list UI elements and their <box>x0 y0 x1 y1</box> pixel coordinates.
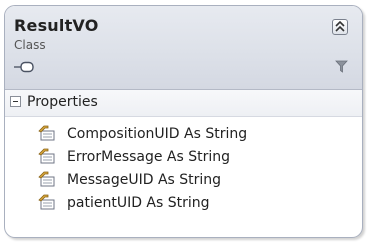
property-item[interactable]: ErrorMessage As String <box>5 146 362 169</box>
property-label: patientUID As String <box>67 195 210 211</box>
property-label: MessageUID As String <box>67 172 222 188</box>
class-stereotype: Class <box>14 38 46 52</box>
property-item[interactable]: patientUID As String <box>5 192 362 215</box>
property-icon <box>38 148 55 164</box>
class-title: ResultVO <box>14 16 99 35</box>
collapse-shape-button[interactable] <box>332 19 348 35</box>
class-header: ResultVO Class <box>5 6 362 90</box>
class-shape[interactable]: ResultVO Class Properties CompositionUID… <box>4 5 363 238</box>
double-chevron-up-icon <box>335 21 345 32</box>
property-icon <box>38 194 55 210</box>
property-icon <box>38 125 55 141</box>
properties-compartment-header[interactable]: Properties <box>5 90 362 117</box>
property-list: CompositionUID As String ErrorMessage As… <box>5 123 362 215</box>
lollipop-interface-icon <box>14 61 34 73</box>
compartment-label: Properties <box>27 94 98 110</box>
property-item[interactable]: CompositionUID As String <box>5 123 362 146</box>
collapse-compartment-toggle[interactable] <box>10 96 21 107</box>
property-item[interactable]: MessageUID As String <box>5 169 362 192</box>
property-label: CompositionUID As String <box>67 126 248 142</box>
funnel-filter-icon[interactable] <box>335 60 348 73</box>
property-icon <box>38 171 55 187</box>
property-label: ErrorMessage As String <box>67 149 231 165</box>
